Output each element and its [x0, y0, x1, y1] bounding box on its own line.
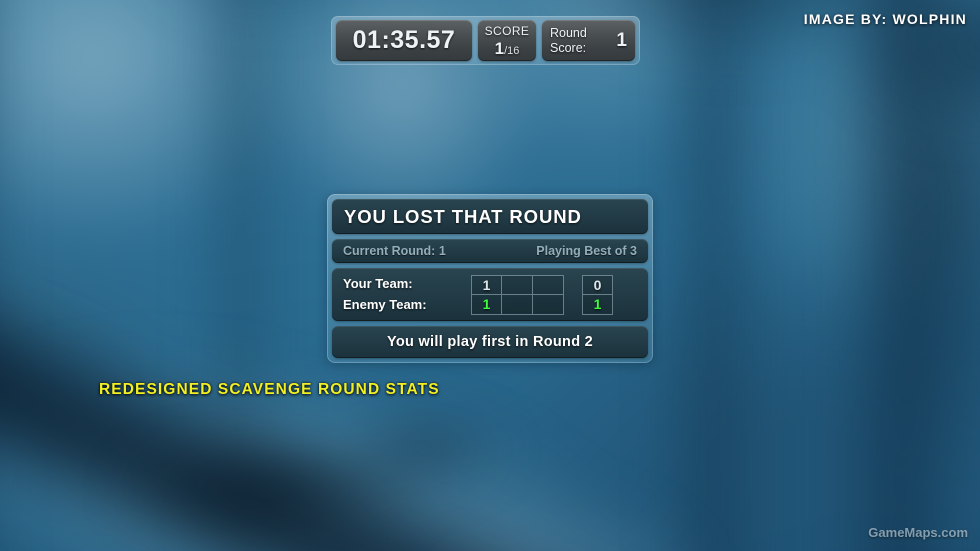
scavenge-round-stats-panel: YOU LOST THAT ROUND Current Round: 1 Pla…: [327, 194, 653, 363]
image-credit: IMAGE BY: WOLPHIN: [803, 11, 967, 27]
enemy-team-round-1: 1: [471, 294, 502, 315]
table-row-your-team-total: 0: [582, 274, 613, 295]
your-team-label: Your Team:: [343, 276, 413, 291]
table-row-enemy-team-total: 1: [582, 294, 613, 315]
round-score-value: 1: [616, 29, 627, 51]
round-score-label-line2: Score:: [550, 40, 587, 55]
enemy-team-label: Enemy Team:: [343, 297, 427, 312]
scavenge-hud-bar: 01:35.57 SCORE 1 / 16 Round Score: 1: [331, 16, 640, 65]
team-score-table: Your Team: Enemy Team: 1 1 0 1: [332, 268, 648, 321]
total-score-grid: 0 1: [582, 274, 613, 315]
current-round-text: Current Round: 1: [343, 244, 446, 258]
enemy-team-round-2: [502, 294, 533, 315]
table-row-enemy-team-rounds: 1: [471, 294, 564, 315]
game-screenshot: 01:35.57 SCORE 1 / 16 Round Score: 1 YOU…: [0, 0, 980, 551]
your-team-round-3: [533, 274, 564, 295]
site-watermark: GameMaps.com: [868, 525, 968, 540]
your-team-round-1: 1: [471, 274, 502, 295]
round-timer: 01:35.57: [336, 20, 472, 61]
your-team-round-2: [502, 274, 533, 295]
round-score-label-line1: Round: [550, 25, 587, 40]
your-team-total: 0: [582, 274, 613, 295]
score-fraction: 1 / 16: [495, 40, 520, 57]
next-round-message: You will play first in Round 2: [332, 326, 648, 358]
score-max: 16: [507, 44, 520, 57]
table-row-your-team-rounds: 1: [471, 274, 564, 295]
enemy-team-round-3: [533, 294, 564, 315]
panel-subheader: Current Round: 1 Playing Best of 3: [332, 239, 648, 263]
annotation-caption: REDESIGNED SCAVENGE ROUND STATS: [99, 381, 440, 398]
scavenge-score-counter: SCORE 1 / 16: [478, 20, 536, 61]
series-format-text: Playing Best of 3: [536, 244, 637, 258]
enemy-team-total: 1: [582, 294, 613, 315]
panel-title: YOU LOST THAT ROUND: [332, 199, 648, 234]
round-score-label: Round Score:: [550, 26, 587, 56]
score-label: SCORE: [484, 23, 530, 38]
round-results-grid: 1 1: [471, 274, 564, 315]
round-score-counter: Round Score: 1: [542, 20, 635, 61]
team-label-column: Your Team: Enemy Team:: [343, 276, 471, 313]
score-value: 1: [494, 38, 505, 58]
